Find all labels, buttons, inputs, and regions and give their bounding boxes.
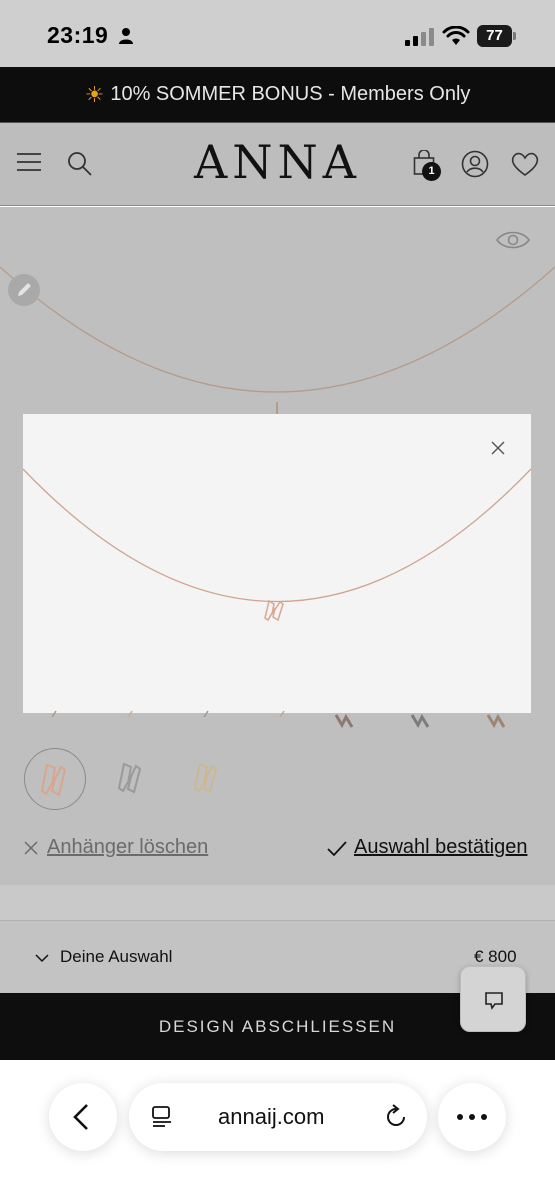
- chat-bubble-icon: [485, 992, 503, 1010]
- person-icon: [119, 28, 133, 44]
- status-time: 23:19: [47, 22, 109, 48]
- pendant-option-rose-gold[interactable]: [24, 748, 86, 810]
- necklace-image: [23, 468, 531, 622]
- confirm-selection-link[interactable]: Auswahl bestätigen: [354, 836, 527, 859]
- delete-x-icon[interactable]: [23, 840, 39, 856]
- more-dots-icon: [457, 1114, 487, 1120]
- browser-url[interactable]: annaij.com: [218, 1104, 324, 1130]
- checkmark-icon[interactable]: [326, 840, 348, 858]
- wifi-icon: [442, 26, 470, 45]
- chevron-left-icon: [73, 1104, 88, 1130]
- browser-more-button[interactable]: [438, 1083, 506, 1151]
- promo-banner[interactable]: ☀ 10% SOMMER BONUS - Members Only: [0, 67, 555, 123]
- pendant-option-gold[interactable]: [178, 752, 234, 808]
- promo-text: 10% SOMMER BONUS - Members Only: [110, 83, 471, 105]
- eye-icon[interactable]: [496, 229, 530, 251]
- necklace-preview-background: [0, 266, 555, 414]
- cart-count-badge: 1: [422, 162, 441, 181]
- pendant-n-rose-icon: [40, 763, 67, 797]
- delete-pendant-link[interactable]: Anhänger löschen: [47, 836, 208, 859]
- site-header: ANNA: [0, 123, 555, 206]
- reader-mode-icon[interactable]: [151, 1106, 173, 1128]
- wishlist-heart-icon[interactable]: [510, 151, 540, 177]
- account-icon[interactable]: [461, 150, 489, 178]
- battery-indicator: 77: [477, 25, 517, 48]
- chat-button[interactable]: [460, 966, 526, 1032]
- chevron-down-icon[interactable]: [35, 953, 49, 963]
- sun-icon: ☀: [84, 81, 105, 107]
- cellular-signal-icon: [405, 28, 434, 46]
- pendant-preview-modal: [23, 414, 531, 713]
- battery-level: 77: [486, 27, 503, 44]
- selection-price: € 800: [474, 947, 517, 966]
- section-divider: [0, 885, 555, 920]
- browser-back-button[interactable]: [49, 1083, 117, 1151]
- pendant-options-row-hint: [51, 710, 506, 729]
- pendant-option-silver[interactable]: [102, 752, 158, 808]
- reload-icon[interactable]: [383, 1104, 409, 1130]
- edit-pencil-icon[interactable]: [8, 274, 40, 306]
- status-bar: 23:19 77: [0, 0, 555, 67]
- selection-label: Deine Auswahl: [60, 947, 173, 966]
